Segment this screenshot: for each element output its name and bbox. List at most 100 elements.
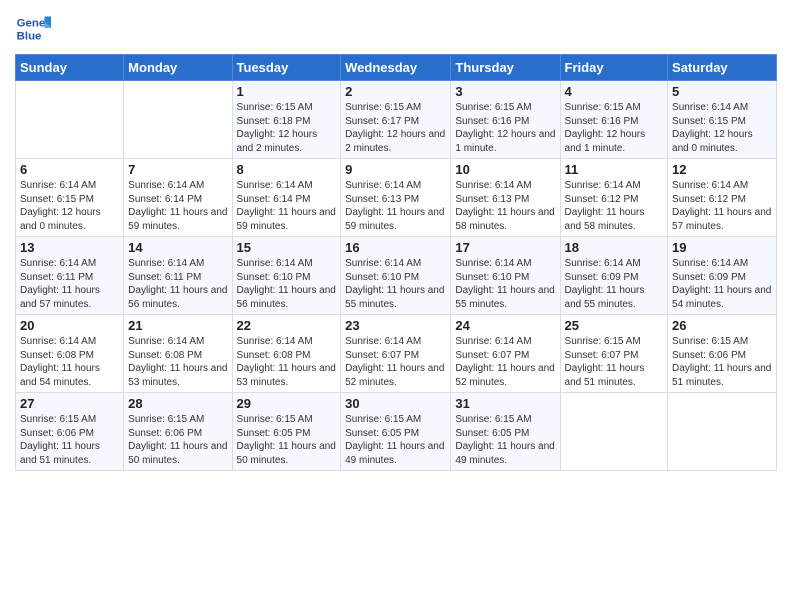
calendar-cell: 19 Sunrise: 6:14 AM Sunset: 6:09 PM Dayli… <box>668 237 777 315</box>
day-number: 13 <box>20 240 119 255</box>
cell-info: Sunrise: 6:15 AM Sunset: 6:07 PM Dayligh… <box>565 335 664 389</box>
day-number: 18 <box>565 240 664 255</box>
cell-info: Sunrise: 6:15 AM Sunset: 6:05 PM Dayligh… <box>345 413 446 467</box>
calendar-header-monday: Monday <box>124 55 232 81</box>
calendar-cell: 26 Sunrise: 6:15 AM Sunset: 6:06 PM Dayli… <box>668 315 777 393</box>
day-number: 14 <box>128 240 227 255</box>
day-number: 3 <box>455 84 555 99</box>
calendar-cell: 10Sunrise: 6:14 AM Sunset: 6:13 PM Dayli… <box>451 159 560 237</box>
day-number: 6 <box>20 162 119 177</box>
cell-info: Sunrise: 6:15 AM Sunset: 6:17 PM Dayligh… <box>345 101 446 155</box>
calendar-cell: 3 Sunrise: 6:15 AM Sunset: 6:16 PM Daylig… <box>451 81 560 159</box>
cell-info: Sunrise: 6:14 AM Sunset: 6:09 PM Dayligh… <box>672 257 772 311</box>
cell-info: Sunrise: 6:15 AM Sunset: 6:06 PM Dayligh… <box>20 413 119 467</box>
cell-info: Sunrise: 6:14 AM Sunset: 6:13 PM Dayligh… <box>455 179 555 233</box>
calendar-cell: 4Sunrise: 6:15 AM Sunset: 6:16 PM Daylig… <box>560 81 668 159</box>
cell-info: Sunrise: 6:15 AM Sunset: 6:05 PM Dayligh… <box>237 413 337 467</box>
day-number: 2 <box>345 84 446 99</box>
day-number: 17 <box>455 240 555 255</box>
day-number: 31 <box>455 396 555 411</box>
calendar-cell: 7 Sunrise: 6:14 AM Sunset: 6:14 PM Daylig… <box>124 159 232 237</box>
day-number: 19 <box>672 240 772 255</box>
calendar-cell: 14 Sunrise: 6:14 AM Sunset: 6:11 PM Dayli… <box>124 237 232 315</box>
logo: General Blue <box>15 10 51 46</box>
calendar-cell: 1 Sunrise: 6:15 AM Sunset: 6:18 PM Daylig… <box>232 81 341 159</box>
cell-info: Sunrise: 6:15 AM Sunset: 6:18 PM Dayligh… <box>237 101 337 155</box>
calendar-cell: 2 Sunrise: 6:15 AM Sunset: 6:17 PM Daylig… <box>341 81 451 159</box>
calendar-cell: 21Sunrise: 6:14 AM Sunset: 6:08 PM Dayli… <box>124 315 232 393</box>
calendar-table: SundayMondayTuesdayWednesdayThursdayFrid… <box>15 54 777 471</box>
calendar-cell: 29Sunrise: 6:15 AM Sunset: 6:05 PM Dayli… <box>232 393 341 471</box>
cell-info: Sunrise: 6:14 AM Sunset: 6:13 PM Dayligh… <box>345 179 446 233</box>
calendar-cell: 18 Sunrise: 6:14 AM Sunset: 6:09 PM Dayli… <box>560 237 668 315</box>
calendar-cell <box>560 393 668 471</box>
cell-info: Sunrise: 6:14 AM Sunset: 6:14 PM Dayligh… <box>128 179 227 233</box>
calendar-week-row: 6 Sunrise: 6:14 AM Sunset: 6:15 PM Daylig… <box>16 159 777 237</box>
calendar-week-row: 27Sunrise: 6:15 AM Sunset: 6:06 PM Dayli… <box>16 393 777 471</box>
calendar-cell: 12 Sunrise: 6:14 AM Sunset: 6:12 PM Dayli… <box>668 159 777 237</box>
cell-info: Sunrise: 6:14 AM Sunset: 6:07 PM Dayligh… <box>455 335 555 389</box>
calendar-cell: 15Sunrise: 6:14 AM Sunset: 6:10 PM Dayli… <box>232 237 341 315</box>
day-number: 16 <box>345 240 446 255</box>
calendar-header-saturday: Saturday <box>668 55 777 81</box>
calendar-cell: 28 Sunrise: 6:15 AM Sunset: 6:06 PM Dayli… <box>124 393 232 471</box>
cell-info: Sunrise: 6:14 AM Sunset: 6:15 PM Dayligh… <box>20 179 119 233</box>
calendar-cell: 30 Sunrise: 6:15 AM Sunset: 6:05 PM Dayli… <box>341 393 451 471</box>
day-number: 24 <box>455 318 555 333</box>
calendar-header-row: SundayMondayTuesdayWednesdayThursdayFrid… <box>16 55 777 81</box>
day-number: 26 <box>672 318 772 333</box>
calendar-cell: 13 Sunrise: 6:14 AM Sunset: 6:11 PM Dayli… <box>16 237 124 315</box>
day-number: 8 <box>237 162 337 177</box>
calendar-header-wednesday: Wednesday <box>341 55 451 81</box>
calendar-cell: 9 Sunrise: 6:14 AM Sunset: 6:13 PM Daylig… <box>341 159 451 237</box>
cell-info: Sunrise: 6:14 AM Sunset: 6:08 PM Dayligh… <box>237 335 337 389</box>
day-number: 20 <box>20 318 119 333</box>
calendar-cell <box>16 81 124 159</box>
calendar-cell: 31 Sunrise: 6:15 AM Sunset: 6:05 PM Dayli… <box>451 393 560 471</box>
cell-info: Sunrise: 6:15 AM Sunset: 6:06 PM Dayligh… <box>128 413 227 467</box>
calendar-cell: 22 Sunrise: 6:14 AM Sunset: 6:08 PM Dayli… <box>232 315 341 393</box>
calendar-cell: 27Sunrise: 6:15 AM Sunset: 6:06 PM Dayli… <box>16 393 124 471</box>
calendar-cell: 16 Sunrise: 6:14 AM Sunset: 6:10 PM Dayli… <box>341 237 451 315</box>
calendar-cell <box>124 81 232 159</box>
cell-info: Sunrise: 6:15 AM Sunset: 6:16 PM Dayligh… <box>455 101 555 155</box>
calendar-cell: 8 Sunrise: 6:14 AM Sunset: 6:14 PM Daylig… <box>232 159 341 237</box>
day-number: 25 <box>565 318 664 333</box>
cell-info: Sunrise: 6:14 AM Sunset: 6:10 PM Dayligh… <box>455 257 555 311</box>
cell-info: Sunrise: 6:15 AM Sunset: 6:16 PM Dayligh… <box>565 101 664 155</box>
day-number: 1 <box>237 84 337 99</box>
calendar-cell: 6 Sunrise: 6:14 AM Sunset: 6:15 PM Daylig… <box>16 159 124 237</box>
svg-text:Blue: Blue <box>17 30 42 42</box>
calendar-header-friday: Friday <box>560 55 668 81</box>
calendar-week-row: 1 Sunrise: 6:15 AM Sunset: 6:18 PM Daylig… <box>16 81 777 159</box>
calendar-cell: 11Sunrise: 6:14 AM Sunset: 6:12 PM Dayli… <box>560 159 668 237</box>
cell-info: Sunrise: 6:14 AM Sunset: 6:11 PM Dayligh… <box>20 257 119 311</box>
header: General Blue <box>15 10 777 46</box>
cell-info: Sunrise: 6:14 AM Sunset: 6:12 PM Dayligh… <box>672 179 772 233</box>
calendar-header-thursday: Thursday <box>451 55 560 81</box>
cell-info: Sunrise: 6:15 AM Sunset: 6:05 PM Dayligh… <box>455 413 555 467</box>
day-number: 28 <box>128 396 227 411</box>
calendar-week-row: 20 Sunrise: 6:14 AM Sunset: 6:08 PM Dayli… <box>16 315 777 393</box>
day-number: 12 <box>672 162 772 177</box>
day-number: 5 <box>672 84 772 99</box>
calendar-cell: 25 Sunrise: 6:15 AM Sunset: 6:07 PM Dayli… <box>560 315 668 393</box>
cell-info: Sunrise: 6:14 AM Sunset: 6:11 PM Dayligh… <box>128 257 227 311</box>
cell-info: Sunrise: 6:14 AM Sunset: 6:10 PM Dayligh… <box>345 257 446 311</box>
calendar-header-tuesday: Tuesday <box>232 55 341 81</box>
day-number: 23 <box>345 318 446 333</box>
cell-info: Sunrise: 6:14 AM Sunset: 6:10 PM Dayligh… <box>237 257 337 311</box>
day-number: 30 <box>345 396 446 411</box>
cell-info: Sunrise: 6:14 AM Sunset: 6:09 PM Dayligh… <box>565 257 664 311</box>
day-number: 21 <box>128 318 227 333</box>
calendar-header-sunday: Sunday <box>16 55 124 81</box>
calendar-cell: 23 Sunrise: 6:14 AM Sunset: 6:07 PM Dayli… <box>341 315 451 393</box>
cell-info: Sunrise: 6:14 AM Sunset: 6:12 PM Dayligh… <box>565 179 664 233</box>
cell-info: Sunrise: 6:14 AM Sunset: 6:15 PM Dayligh… <box>672 101 772 155</box>
cell-info: Sunrise: 6:15 AM Sunset: 6:06 PM Dayligh… <box>672 335 772 389</box>
day-number: 22 <box>237 318 337 333</box>
cell-info: Sunrise: 6:14 AM Sunset: 6:14 PM Dayligh… <box>237 179 337 233</box>
day-number: 9 <box>345 162 446 177</box>
day-number: 7 <box>128 162 227 177</box>
cell-info: Sunrise: 6:14 AM Sunset: 6:07 PM Dayligh… <box>345 335 446 389</box>
